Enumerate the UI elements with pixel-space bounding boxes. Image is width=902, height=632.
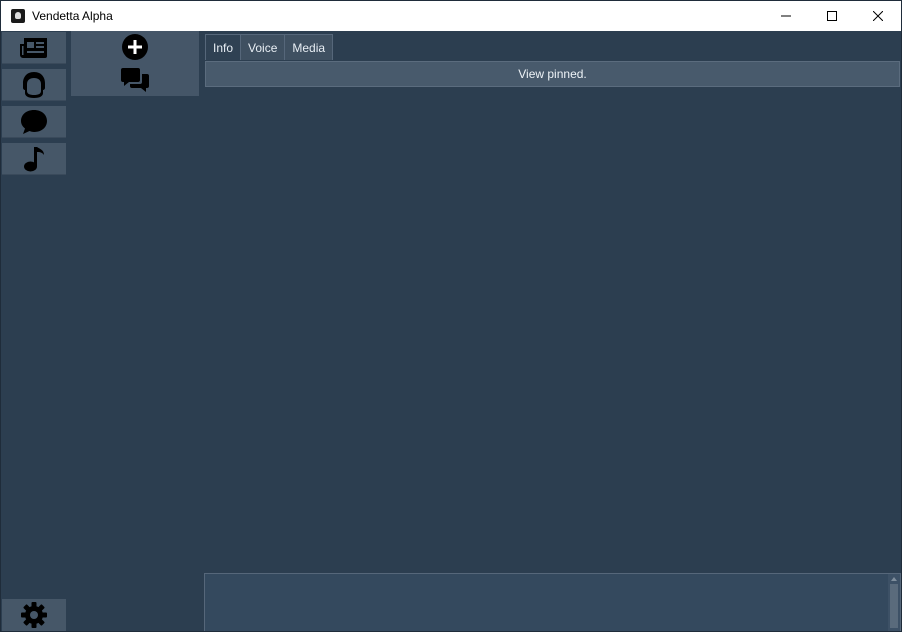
message-area <box>205 88 901 572</box>
composer-scrollbar[interactable] <box>888 574 900 631</box>
maximize-button[interactable] <box>809 1 855 31</box>
conversations-icon <box>121 68 149 92</box>
scroll-up-icon[interactable] <box>891 577 897 581</box>
add-circle-icon <box>122 34 148 60</box>
tab-bar: Info Voice Media <box>205 34 334 60</box>
settings-button[interactable] <box>2 599 66 631</box>
minimize-button[interactable] <box>763 1 809 31</box>
close-icon <box>873 11 883 21</box>
tab-info[interactable]: Info <box>205 34 242 60</box>
conversations-button[interactable] <box>71 64 199 96</box>
tab-media[interactable]: Media <box>284 34 334 60</box>
tab-voice[interactable]: Voice <box>240 34 286 60</box>
add-channel-button[interactable] <box>71 31 199 63</box>
rail-item-music[interactable] <box>2 143 66 175</box>
window-controls <box>763 1 901 31</box>
gear-icon <box>21 602 47 628</box>
app-window: Vendetta Alpha Info Voice Media View pin… <box>0 0 902 632</box>
newspaper-icon <box>20 37 47 58</box>
title-bar: Vendetta Alpha <box>1 1 901 31</box>
maximize-icon <box>827 11 837 21</box>
scroll-thumb[interactable] <box>890 584 898 628</box>
rail-item-news[interactable] <box>2 32 66 64</box>
message-input[interactable] <box>204 573 901 631</box>
app-logo-icon <box>11 9 25 23</box>
chat-bubble-icon <box>21 109 47 134</box>
view-pinned-button[interactable]: View pinned. <box>205 61 900 87</box>
close-button[interactable] <box>855 1 901 31</box>
rail-item-chat[interactable] <box>2 106 66 138</box>
music-note-icon <box>24 146 44 171</box>
helmet-icon <box>23 71 45 98</box>
left-icon-rail <box>1 31 67 631</box>
minimize-icon <box>781 15 791 17</box>
rail-item-profile[interactable] <box>2 69 66 101</box>
window-title: Vendetta Alpha <box>32 9 113 23</box>
channel-panel <box>71 31 199 96</box>
